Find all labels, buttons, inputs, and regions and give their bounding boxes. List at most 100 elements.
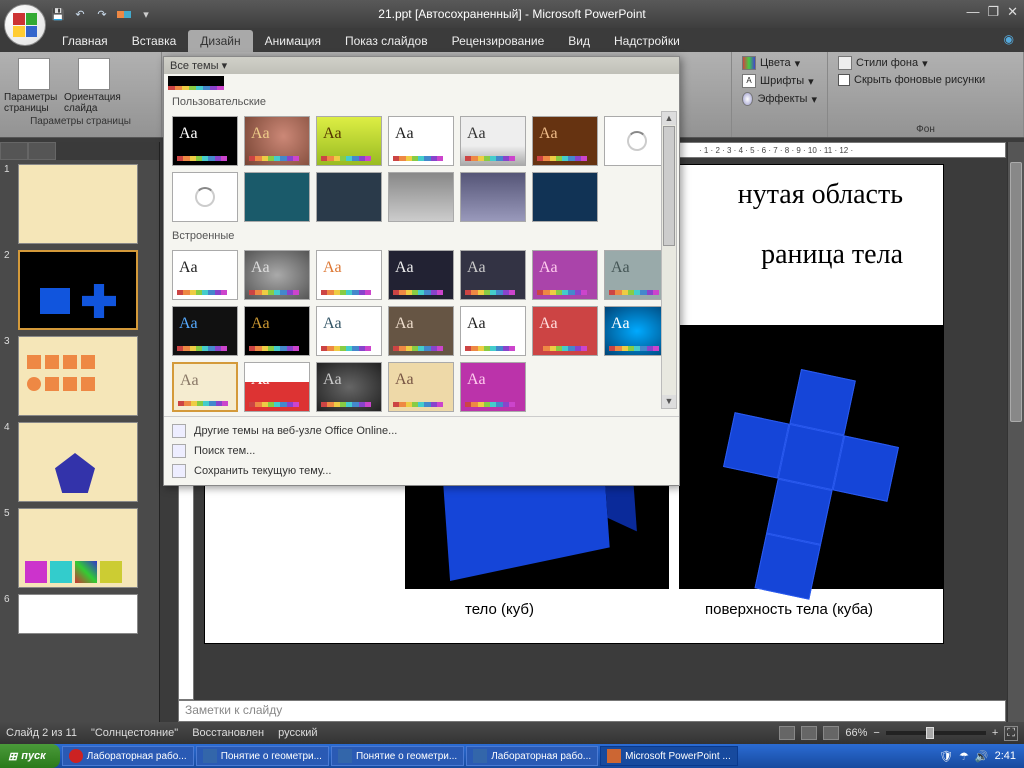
zoom-thumb[interactable] [926,727,934,739]
theme-thumb[interactable]: Aa [460,362,526,412]
quick-access-toolbar: 💾 ↶ ↷ ▾ [50,6,154,22]
qat-more-icon[interactable]: ▾ [138,6,154,22]
help-icon[interactable]: ◉ [1004,32,1014,46]
tab-addins[interactable]: Надстройки [602,30,692,52]
save-current-theme[interactable]: Сохранить текущую тему... [164,461,679,481]
fit-button[interactable]: ⛶ [1004,726,1018,741]
theme-thumb[interactable] [388,172,454,222]
theme-thumb[interactable]: Aa [172,306,238,356]
slide-thumb-3[interactable] [18,336,138,416]
theme-thumb[interactable]: Aa [388,116,454,166]
theme-thumb[interactable]: Aa [244,306,310,356]
system-tray: 🛡 ☂ 🔊 2:41 [939,750,1024,763]
view-sorter-button[interactable] [801,726,817,740]
task-item-active[interactable]: Microsoft PowerPoint ... [600,746,738,766]
effects-button[interactable]: Эффекты ▾ [736,90,823,108]
theme-thumb[interactable]: Aa [460,306,526,356]
scroll-down-icon[interactable]: ▼ [662,395,676,408]
builtin-themes-grid: Aa Aa Aa Aa Aa Aa Aa Aa Aa Aa Aa Aa Aa A… [164,246,679,416]
notes-pane[interactable]: Заметки к слайду [178,700,1006,722]
theme-thumb[interactable] [316,172,382,222]
slide-thumb-1[interactable] [18,164,138,244]
office-button[interactable] [4,4,46,46]
theme-thumb[interactable]: Aa [172,116,238,166]
theme-thumb[interactable]: Aa [388,250,454,300]
orientation-button[interactable]: Ориентация слайда [64,54,124,114]
themes-menu: Другие темы на веб-узле Office Online...… [164,416,679,485]
more-themes-online[interactable]: Другие темы на веб-узле Office Online... [164,421,679,441]
theme-thumb[interactable]: Aa [532,250,598,300]
theme-thumb[interactable]: Aa [244,362,310,412]
task-item[interactable]: Лабораторная рабо... [62,746,194,766]
zoom-slider[interactable] [886,731,986,735]
qat-color-icon[interactable] [116,6,132,22]
theme-thumb[interactable]: Aa [388,306,454,356]
shape-net-area[interactable] [679,325,943,589]
save-icon[interactable]: 💾 [50,6,66,22]
fonts-button[interactable]: AШрифты ▾ [736,72,823,90]
themes-header[interactable]: Все темы ▾ [164,57,679,74]
theme-thumb[interactable]: Aa [532,116,598,166]
redo-icon[interactable]: ↷ [94,6,110,22]
tab-slideshow[interactable]: Показ слайдов [333,30,440,52]
tab-insert[interactable]: Вставка [120,30,189,52]
zoom-in-button[interactable]: + [992,727,998,739]
slide-thumb-2[interactable] [18,250,138,330]
theme-thumb[interactable]: Aa [460,250,526,300]
zoom-level[interactable]: 66% [845,727,867,739]
tab-animation[interactable]: Анимация [253,30,333,52]
slide-thumb-4[interactable] [18,422,138,502]
maximize-button[interactable]: ❐ [987,4,999,20]
tab-review[interactable]: Рецензирование [440,30,557,52]
colors-button[interactable]: Цвета ▾ [736,54,823,72]
theme-thumb[interactable]: Aa [460,116,526,166]
view-normal-button[interactable] [779,726,795,740]
group-bg-label: Фон [832,122,1019,135]
theme-thumb[interactable]: Aa [244,250,310,300]
task-item[interactable]: Понятие о геометри... [196,746,329,766]
current-theme-mini[interactable] [168,76,224,90]
scroll-up-icon[interactable]: ▲ [662,112,676,125]
theme-thumb[interactable]: Aa [316,116,382,166]
task-item[interactable]: Понятие о геометри... [331,746,464,766]
undo-icon[interactable]: ↶ [72,6,88,22]
close-button[interactable]: ✕ [1007,4,1018,20]
tray-icon[interactable]: 🛡 [939,750,953,763]
titlebar: 💾 ↶ ↷ ▾ 21.ppt [Автосохраненный] - Micro… [0,0,1024,28]
theme-thumb[interactable] [460,172,526,222]
tab-home[interactable]: Главная [50,30,120,52]
page-setup-button[interactable]: Параметры страницы [4,54,64,114]
theme-thumb[interactable]: Aa [388,362,454,412]
hide-bg-checkbox[interactable]: Скрыть фоновые рисунки [832,72,1019,88]
tab-design[interactable]: Дизайн [188,30,252,52]
scroll-thumb[interactable] [1010,162,1022,422]
theme-thumb[interactable]: Aa [316,306,382,356]
theme-thumb[interactable]: Aa [532,306,598,356]
theme-thumb[interactable]: Aa [244,116,310,166]
task-item[interactable]: Лабораторная рабо... [466,746,598,766]
status-slide: Слайд 2 из 11 [6,727,77,739]
clock[interactable]: 2:41 [995,750,1016,762]
theme-thumb[interactable]: Aa [316,362,382,412]
zoom-out-button[interactable]: − [873,727,879,739]
bg-styles-button[interactable]: Стили фона ▾ [832,54,1019,72]
slide-thumb-5[interactable] [18,508,138,588]
tray-icon[interactable]: ☂ [959,750,969,763]
view-slideshow-button[interactable] [823,726,839,740]
theme-thumb[interactable]: Aa [316,250,382,300]
volume-icon[interactable]: 🔊 [975,750,989,763]
search-themes[interactable]: Поиск тем... [164,441,679,461]
themes-scrollbar[interactable]: ▲ ▼ [661,111,677,409]
status-language[interactable]: русский [278,727,317,739]
minimize-button[interactable]: — [966,4,979,20]
theme-thumb[interactable] [532,172,598,222]
slide-panel-tabs[interactable] [0,142,159,160]
vertical-scrollbar[interactable] [1007,142,1024,722]
theme-thumb[interactable] [244,172,310,222]
tab-view[interactable]: Вид [556,30,602,52]
theme-thumb[interactable]: Aa [172,250,238,300]
scroll-thumb[interactable] [663,126,675,246]
slide-thumb-6[interactable] [18,594,138,634]
start-button[interactable]: ⊞пуск [0,744,60,768]
theme-thumb-selected[interactable]: Aa [172,362,238,412]
